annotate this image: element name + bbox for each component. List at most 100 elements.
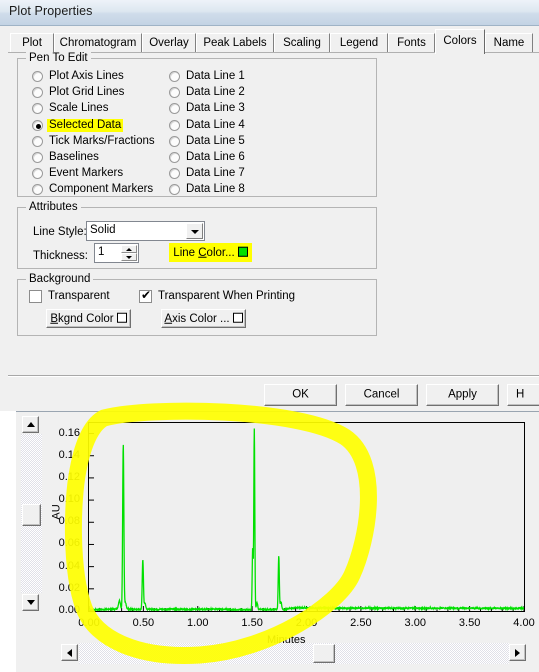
radio-dot[interactable]	[169, 71, 180, 82]
radio-dot[interactable]	[32, 103, 43, 114]
checkbox-box-checked[interactable]	[139, 288, 152, 303]
line-style-label: Line Style:	[33, 226, 87, 238]
help-button[interactable]: H	[507, 384, 539, 406]
axis-color-text: Axis Color ...	[164, 312, 230, 325]
x-tick-label: 2.50	[350, 617, 372, 629]
spinner-up-icon[interactable]	[121, 245, 137, 253]
radio-label: Data Line 1	[186, 70, 245, 82]
radio-label: Data Line 8	[186, 183, 245, 195]
tab-label: Peak Labels	[203, 37, 267, 49]
hscroll-thumb[interactable]	[313, 644, 335, 663]
apply-button[interactable]: Apply	[426, 384, 499, 406]
tab-name[interactable]: Name	[485, 33, 533, 53]
cancel-button[interactable]: Cancel	[345, 384, 418, 406]
cancel-button-label: Cancel	[363, 388, 400, 401]
chromatogram-plot-window: AU 0.00 0.02 0.04 0.06 0.08 0.10 0.12 0.14 0.16 …	[16, 411, 539, 672]
y-tick-label: 0.06	[58, 537, 80, 550]
y-tick-label: 0.16	[58, 426, 80, 439]
radio-dot[interactable]	[32, 87, 43, 98]
tab-label: Plot	[22, 37, 42, 49]
tab-label: Colors	[443, 35, 477, 47]
apply-button-label: Apply	[448, 388, 477, 401]
y-tick-label: 0.04	[58, 559, 80, 572]
line-style-value: Solid	[90, 224, 116, 236]
radio-dot-selected[interactable]	[32, 120, 43, 131]
dialog-titlebar: Plot Properties	[0, 0, 539, 26]
radio-dot[interactable]	[32, 184, 43, 195]
radio-label: Plot Axis Lines	[49, 70, 124, 82]
tab-scaling[interactable]: Scaling	[274, 33, 330, 53]
y-tick-label: 0.02	[58, 581, 80, 594]
y-tick-label: 0.08	[58, 515, 80, 528]
vertical-scrollbar[interactable]	[21, 415, 42, 612]
radio-dot[interactable]	[32, 152, 43, 163]
plot-properties-dialog: Plot Properties Plot Chromatogram Overlay P…	[0, 0, 539, 411]
radio-dot[interactable]	[169, 184, 180, 195]
checkbox-box[interactable]	[29, 290, 42, 303]
tab-plot[interactable]: Plot	[10, 33, 54, 53]
radio-label: Data Line 6	[186, 151, 245, 163]
pen-to-edit-legend: Pen To Edit	[26, 52, 91, 64]
tab-colors[interactable]: Colors	[435, 29, 485, 54]
signal-trace	[89, 428, 524, 611]
x-tick-label: 3.50	[458, 617, 481, 629]
line-color-text: Line Color...	[173, 246, 235, 259]
axis-color-button[interactable]: Axis Color ...	[161, 309, 246, 328]
radio-dot[interactable]	[32, 71, 43, 82]
radio-label: Component Markers	[49, 183, 154, 195]
x-tick-label: 1.00	[187, 617, 209, 629]
transparent-label: Transparent	[48, 290, 110, 302]
radio-dot[interactable]	[169, 152, 180, 163]
tab-fonts[interactable]: Fonts	[388, 33, 435, 53]
horizontal-scrollbar[interactable]	[60, 643, 528, 664]
tab-peak-labels[interactable]: Peak Labels	[196, 33, 274, 53]
attributes-legend: Attributes	[26, 201, 81, 213]
radio-label: Event Markers	[49, 167, 124, 179]
line-color-button[interactable]: Line Color...	[169, 243, 252, 262]
ok-button-label: OK	[292, 388, 309, 401]
radio-label: Data Line 3	[186, 102, 245, 114]
scroll-down-button[interactable]	[22, 594, 39, 611]
radio-label: Data Line 5	[186, 135, 245, 147]
radio-label: Tick Marks/Fractions	[49, 135, 155, 147]
radio-dot[interactable]	[169, 168, 180, 179]
radio-dot[interactable]	[169, 87, 180, 98]
vscroll-thumb[interactable]	[22, 504, 41, 526]
radio-label: Scale Lines	[49, 102, 109, 114]
thickness-spin-buttons[interactable]	[121, 245, 137, 261]
radio-dot[interactable]	[32, 168, 43, 179]
y-tick-label: 0.10	[58, 493, 80, 506]
hscroll-trough[interactable]	[79, 643, 509, 664]
ok-button[interactable]: OK	[264, 384, 337, 406]
x-tick-label: 3.00	[404, 617, 426, 629]
radio-dot[interactable]	[169, 120, 180, 131]
plot-area[interactable]	[88, 422, 525, 612]
tab-overlay[interactable]: Overlay	[142, 33, 196, 53]
line-style-combo[interactable]: Solid	[86, 221, 205, 241]
chevron-down-icon[interactable]	[186, 223, 203, 239]
tab-label: Legend	[339, 37, 379, 49]
radio-dot[interactable]	[169, 136, 180, 147]
help-button-label: H	[516, 388, 525, 401]
tab-label: Chromatogram	[59, 37, 137, 49]
y-tick-label: 0.12	[58, 470, 80, 483]
radio-dot[interactable]	[32, 136, 43, 147]
thickness-stepper[interactable]: 1	[94, 243, 139, 263]
tab-label: Overlay	[149, 37, 189, 49]
radio-label: Selected Data	[47, 119, 124, 132]
tab-legend[interactable]: Legend	[330, 33, 388, 53]
tab-chromatogram[interactable]: Chromatogram	[54, 33, 142, 53]
radio-dot[interactable]	[169, 103, 180, 114]
tab-label: Scaling	[283, 37, 321, 49]
thickness-label: Thickness:	[33, 250, 88, 262]
thickness-value: 1	[98, 246, 105, 258]
tab-strip: Plot Chromatogram Overlay Peak Labels Scalin…	[0, 27, 539, 54]
radio-label: Plot Grid Lines	[49, 86, 125, 98]
scroll-right-button[interactable]	[509, 644, 526, 661]
spinner-down-icon[interactable]	[121, 253, 137, 261]
x-tick-label: 2.00	[295, 617, 318, 629]
scroll-left-button[interactable]	[61, 644, 78, 661]
bkgnd-color-button[interactable]: Bkgnd Color	[46, 309, 131, 328]
scroll-up-button[interactable]	[22, 416, 39, 433]
dialog-divider	[8, 375, 539, 377]
